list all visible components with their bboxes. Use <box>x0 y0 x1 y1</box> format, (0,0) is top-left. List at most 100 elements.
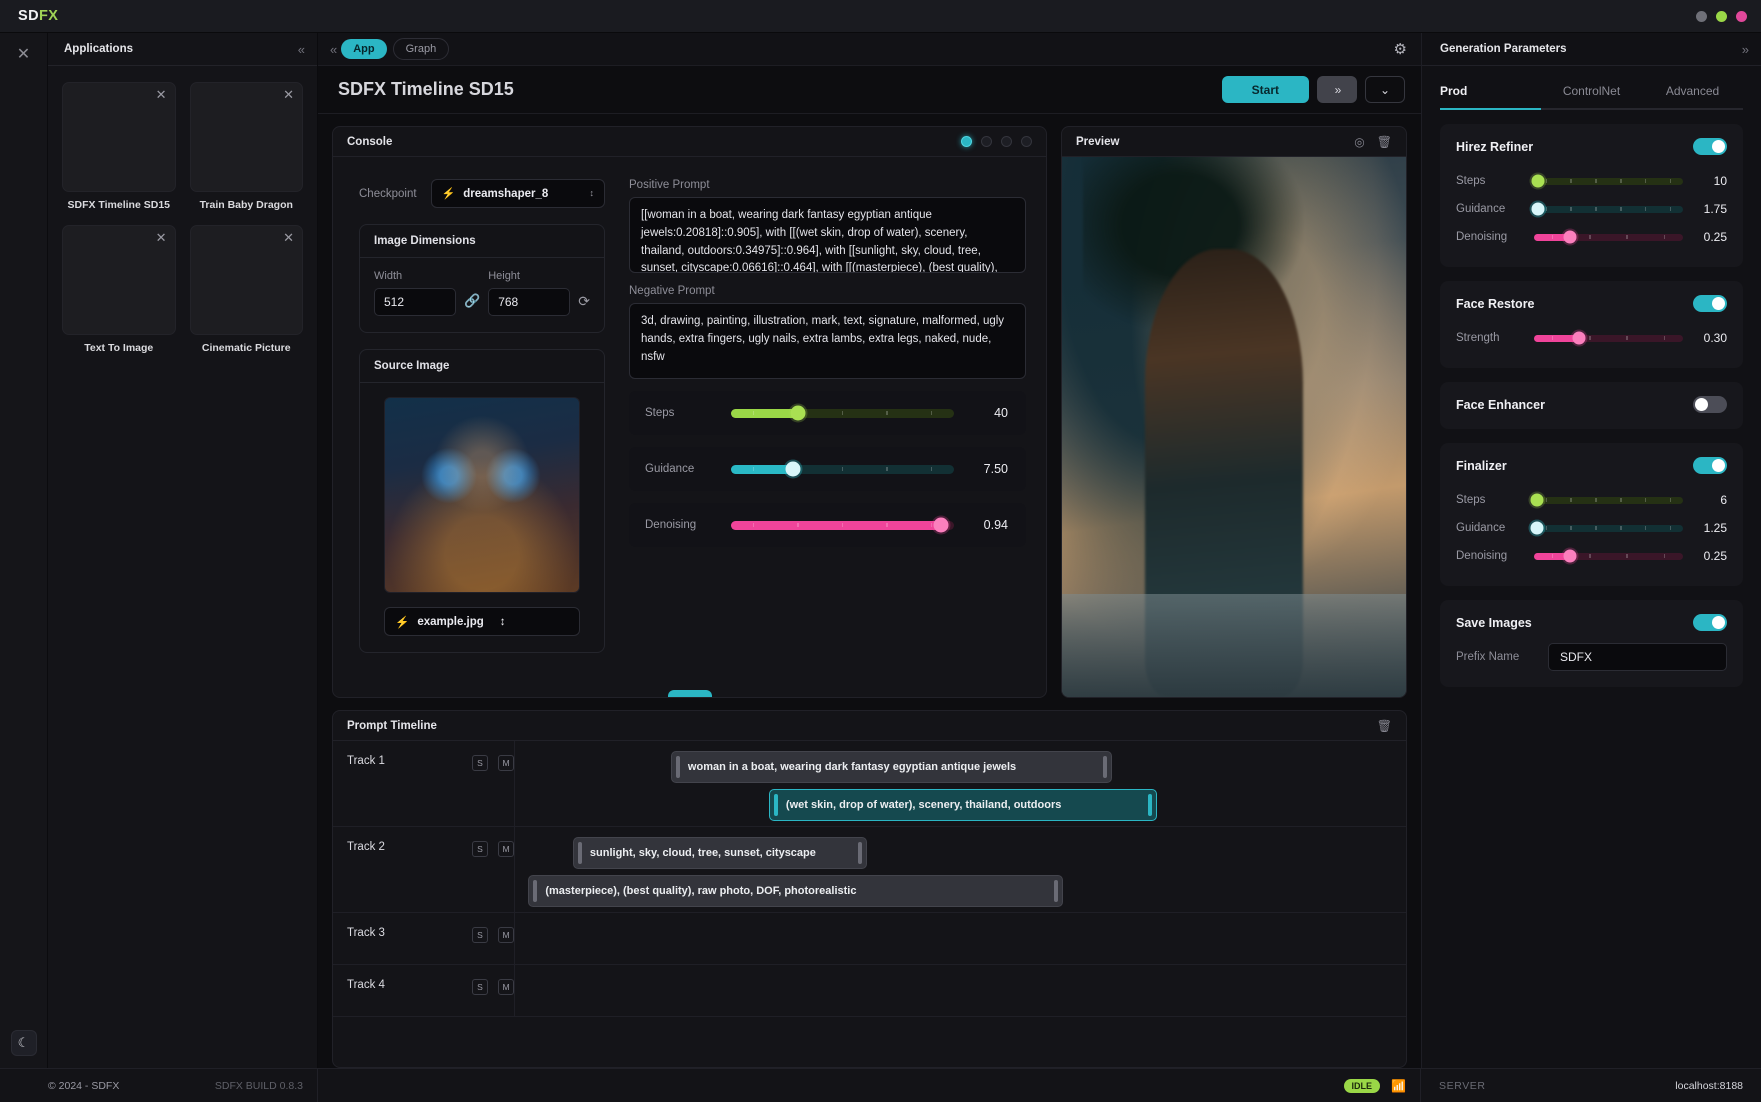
app-thumbnail[interactable]: ✕ <box>62 225 176 335</box>
gear-icon[interactable]: ⚙ <box>1394 40 1407 58</box>
hirez-steps-slider[interactable] <box>1531 174 1683 188</box>
step-dot-1[interactable] <box>961 136 972 147</box>
chevrons-left-icon[interactable]: « <box>298 42 305 57</box>
width-input[interactable] <box>374 288 456 316</box>
negative-prompt-input[interactable] <box>629 303 1026 379</box>
finalizer-guidance-slider[interactable] <box>1530 521 1683 535</box>
focus-icon[interactable]: ◎ <box>1354 135 1364 149</box>
timeline-clip[interactable]: (wet skin, drop of water), scenery, thai… <box>768 789 1157 821</box>
face-restore-toggle[interactable] <box>1693 295 1727 312</box>
steps-slider-knob[interactable] <box>790 405 806 421</box>
face-enhancer-toggle[interactable] <box>1693 396 1727 413</box>
start-button[interactable]: Start <box>1221 76 1309 103</box>
console-resize-grip[interactable] <box>667 690 712 697</box>
hirez-denoising-slider[interactable] <box>1534 230 1683 244</box>
finalizer-guidance-knob[interactable] <box>1530 521 1544 535</box>
trash-icon[interactable]: 🗑 <box>1377 135 1392 149</box>
step-dot-4[interactable] <box>1021 136 1032 147</box>
track-solo-button[interactable]: S <box>472 755 488 771</box>
source-file-select[interactable]: ⚡ example.jpg ↕ <box>384 607 580 636</box>
left-rail: ✕ ☾ <box>0 33 48 1068</box>
chevrons-left-icon[interactable]: « <box>330 42 337 57</box>
hirez-guidance-slider[interactable] <box>1531 202 1683 216</box>
guidance-slider[interactable] <box>731 461 954 477</box>
parameters-body: Hirez Refiner Steps 10 Guidance 1.75 Den… <box>1422 110 1761 1068</box>
guidance-slider-knob[interactable] <box>785 461 801 477</box>
window-controls[interactable] <box>1696 10 1747 22</box>
window-minimize-dot[interactable] <box>1696 10 1707 22</box>
track-solo-button[interactable]: S <box>472 979 488 995</box>
theme-toggle-moon-icon[interactable]: ☾ <box>10 1030 37 1056</box>
track-lanes[interactable]: woman in a boat, wearing dark fantasy eg… <box>515 741 1406 826</box>
source-image-thumbnail[interactable] <box>384 397 580 593</box>
track-lanes[interactable]: sunlight, sky, cloud, tree, sunset, city… <box>515 827 1406 912</box>
close-icon[interactable]: ✕ <box>156 231 167 244</box>
app-thumbnail[interactable]: ✕ <box>62 82 176 192</box>
refresh-icon[interactable]: ⟳ <box>578 293 590 316</box>
finalizer-denoising-slider[interactable] <box>1534 549 1683 563</box>
link-icon[interactable]: 🔗 <box>464 293 480 316</box>
timeline-clip[interactable]: (masterpiece), (best quality), raw photo… <box>528 875 1063 907</box>
console-right-column: Positive Prompt Negative Prompt Steps <box>629 179 1026 653</box>
track-mute-button[interactable]: M <box>498 841 514 857</box>
tab-controlnet[interactable]: ControlNet <box>1541 76 1642 110</box>
window-maximize-dot[interactable] <box>1716 10 1727 22</box>
finalizer-denoising-knob[interactable] <box>1563 549 1577 563</box>
close-icon[interactable]: ✕ <box>156 88 167 101</box>
trash-icon[interactable]: 🗑 <box>1377 719 1392 733</box>
denoising-slider-knob[interactable] <box>933 517 949 533</box>
tab-prod[interactable]: Prod <box>1440 76 1541 110</box>
app-card[interactable]: ✕ Text To Image <box>62 225 176 354</box>
track-mute-button[interactable]: M <box>498 979 514 995</box>
finalizer-steps-label: Steps <box>1456 494 1486 506</box>
finalizer-toggle[interactable] <box>1693 457 1727 474</box>
positive-prompt-input[interactable] <box>629 197 1026 273</box>
timeline-clip[interactable]: sunlight, sky, cloud, tree, sunset, city… <box>572 837 867 869</box>
chevrons-right-icon[interactable]: » <box>1742 42 1749 57</box>
steps-slider[interactable] <box>731 405 954 421</box>
height-input[interactable] <box>488 288 571 316</box>
close-icon[interactable]: ✕ <box>17 47 30 63</box>
step-dot-2[interactable] <box>981 136 992 147</box>
face-restore-strength-slider[interactable] <box>1534 331 1683 345</box>
hirez-denoising-knob[interactable] <box>1563 230 1577 244</box>
preview-horizon <box>1062 594 1406 697</box>
tab-advanced[interactable]: Advanced <box>1642 76 1743 110</box>
applications-header: Applications « <box>48 33 317 66</box>
checkpoint-select[interactable]: ⚡ dreamshaper_8 ↕ <box>430 179 605 208</box>
app-thumbnail[interactable]: ✕ <box>189 225 303 335</box>
step-dot-3[interactable] <box>1001 136 1012 147</box>
console-step-dots[interactable] <box>961 136 1032 147</box>
track-solo-button[interactable]: S <box>472 927 488 943</box>
face-restore-strength-knob[interactable] <box>1572 331 1586 345</box>
track-solo-button[interactable]: S <box>472 841 488 857</box>
tab-graph[interactable]: Graph <box>392 38 450 60</box>
hirez-refiner-toggle[interactable] <box>1693 138 1727 155</box>
track-mute-button[interactable]: M <box>498 755 514 771</box>
app-card[interactable]: ✕ SDFX Timeline SD15 <box>62 82 176 211</box>
face-restore-strength-row: Strength 0.30 <box>1456 324 1727 352</box>
page-header: SDFX Timeline SD15 Start » ⌄ <box>318 66 1421 114</box>
finalizer-steps-knob[interactable] <box>1530 493 1544 507</box>
denoising-slider[interactable] <box>731 517 954 533</box>
hirez-steps-knob[interactable] <box>1531 174 1545 188</box>
finalizer-steps-slider[interactable] <box>1530 493 1683 507</box>
app-thumbnail[interactable]: ✕ <box>189 82 303 192</box>
track-lanes[interactable] <box>515 965 1406 1016</box>
tab-app[interactable]: App <box>341 39 387 59</box>
app-card[interactable]: ✕ Cinematic Picture <box>189 225 303 354</box>
prefix-name-input[interactable] <box>1548 643 1727 671</box>
window-close-dot[interactable] <box>1736 10 1747 22</box>
save-images-toggle[interactable] <box>1693 614 1727 631</box>
track-header: Track 3 S M <box>333 913 515 964</box>
track-mute-button[interactable]: M <box>498 927 514 943</box>
timeline-clip[interactable]: woman in a boat, wearing dark fantasy eg… <box>670 751 1112 783</box>
chevron-down-icon[interactable]: ⌄ <box>1365 76 1405 103</box>
queue-button[interactable]: » <box>1317 76 1357 103</box>
close-icon[interactable]: ✕ <box>283 88 294 101</box>
hirez-guidance-knob[interactable] <box>1531 202 1545 216</box>
track-lanes[interactable] <box>515 913 1406 964</box>
app-card[interactable]: ✕ Train Baby Dragon <box>189 82 303 211</box>
close-icon[interactable]: ✕ <box>283 231 294 244</box>
preview-image[interactable] <box>1062 157 1406 697</box>
